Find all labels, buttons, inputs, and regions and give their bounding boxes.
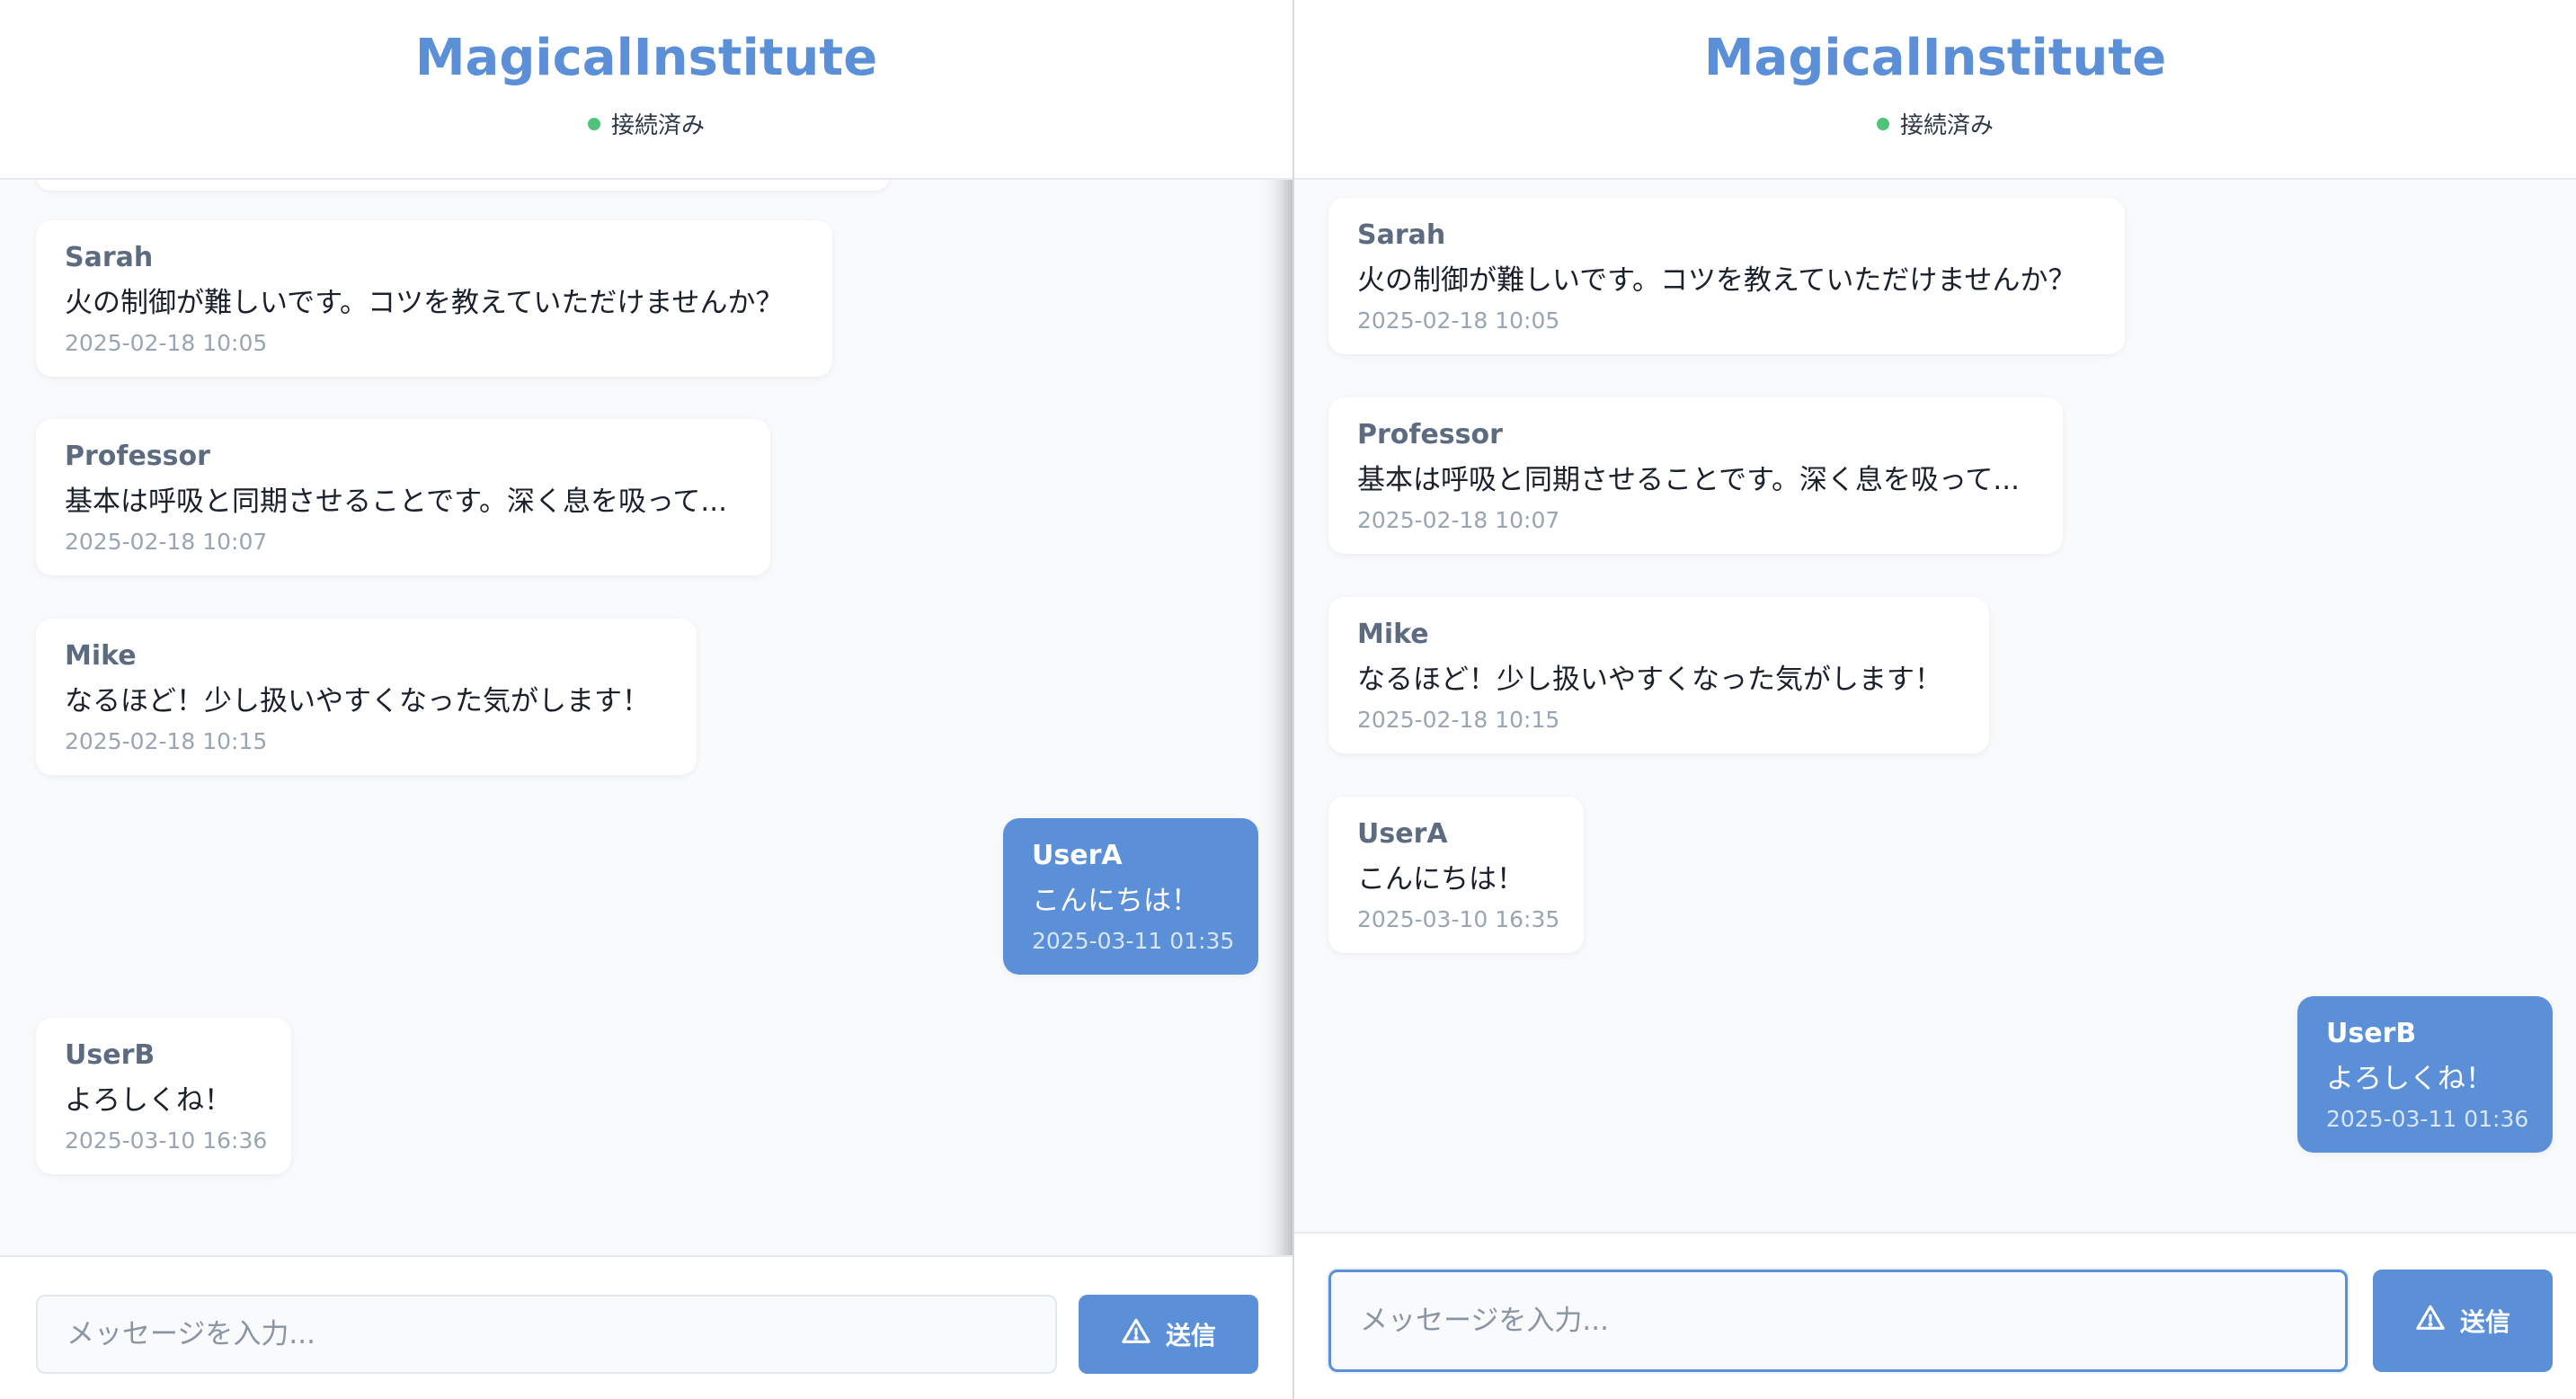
connection-status-label: 接続済み: [1899, 112, 1994, 139]
message-text: よろしくね！: [65, 1084, 232, 1117]
connection-status-label: 接続済み: [610, 112, 705, 139]
message-text: 基本は呼吸と同期させることです。深く息を吸って...: [65, 486, 727, 518]
composer-bar: 送信: [1294, 1232, 2576, 1399]
message-text: 基本は呼吸と同期させることです。深く息を吸って...: [1357, 464, 2020, 496]
message-sender: Professor: [65, 441, 210, 472]
app-title: MagicalInstitute: [1703, 29, 2167, 87]
message-bubble: Sarah 火の制御が難しいです。コツを教えていただけませんか？ 2025-02…: [1328, 198, 2125, 354]
chat-header: MagicalInstitute 接続済み: [0, 0, 1292, 180]
app-title: MagicalInstitute: [414, 29, 878, 87]
message-time: 2025-02-18 10:07: [65, 529, 268, 555]
message-sender: UserA: [1357, 818, 1448, 850]
chat-header: MagicalInstitute 接続済み: [1294, 0, 2576, 180]
message-bubble: Professor 基本は呼吸と同期させることです。深く息を吸って... 202…: [1328, 397, 2063, 554]
message-time: 2025-03-10 16:36: [65, 1127, 268, 1154]
message-bubble-partial: [36, 180, 890, 191]
message-sender: UserB: [2326, 1018, 2417, 1049]
dual-chat-screen: MagicalInstitute 接続済み Sarah 火の制御が難しいです。コ…: [0, 0, 2576, 1399]
send-button[interactable]: 送信: [2373, 1270, 2553, 1372]
status-dot-icon: [1876, 117, 1889, 130]
chat-window-left: MagicalInstitute 接続済み Sarah 火の制御が難しいです。コ…: [0, 0, 1292, 1399]
message-text: よろしくね！: [2326, 1063, 2493, 1095]
message-time: 2025-03-11 01:36: [2326, 1106, 2529, 1132]
message-bubble: Sarah 火の制御が難しいです。コツを教えていただけませんか？ 2025-02…: [36, 220, 832, 377]
send-button[interactable]: 送信: [1079, 1295, 1258, 1374]
message-sender: UserA: [1032, 840, 1123, 871]
message-time: 2025-02-18 10:07: [1357, 507, 1560, 533]
message-bubble: UserA こんにちは！ 2025-03-10 16:35: [1328, 797, 1584, 953]
send-button-label: 送信: [1165, 1321, 1216, 1350]
message-input[interactable]: [36, 1295, 1057, 1374]
message-sender: Professor: [1357, 419, 1503, 450]
message-text: なるほど！少し扱いやすくなった気がします！: [1357, 664, 1942, 696]
chat-window-right: MagicalInstitute 接続済み Sarah 火の制御が難しいです。コ…: [1292, 0, 2576, 1399]
message-list[interactable]: Sarah 火の制御が難しいです。コツを教えていただけませんか？ 2025-02…: [1294, 180, 2576, 1255]
message-text: 火の制御が難しいです。コツを教えていただけませんか？: [1357, 264, 2076, 297]
send-button-label: 送信: [2459, 1307, 2510, 1337]
message-input[interactable]: [1328, 1270, 2348, 1372]
connection-status: 接続済み: [1876, 107, 1994, 140]
warning-triangle-icon: [1121, 1316, 1151, 1353]
message-bubble: UserB よろしくね！ 2025-03-10 16:36: [36, 1018, 291, 1174]
composer-bar: 送信: [0, 1255, 1292, 1399]
message-text: こんにちは！: [1032, 885, 1199, 917]
message-text: なるほど！少し扱いやすくなった気がします！: [65, 685, 650, 717]
message-bubble: Professor 基本は呼吸と同期させることです。深く息を吸って... 202…: [36, 419, 770, 575]
message-sender: Mike: [65, 640, 137, 672]
message-bubble-own: UserA こんにちは！ 2025-03-11 01:35: [1003, 818, 1258, 975]
message-text: 火の制御が難しいです。コツを教えていただけませんか？: [65, 287, 784, 319]
message-bubble: Mike なるほど！少し扱いやすくなった気がします！ 2025-02-18 10…: [1328, 597, 1989, 753]
status-dot-icon: [587, 117, 600, 130]
message-time: 2025-03-11 01:35: [1032, 928, 1235, 954]
warning-triangle-icon: [2415, 1303, 2446, 1340]
message-text: こんにちは！: [1357, 863, 1524, 896]
message-time: 2025-02-18 10:05: [1357, 307, 1560, 334]
message-bubble-own: UserB よろしくね！ 2025-03-11 01:36: [2297, 996, 2553, 1153]
message-time: 2025-02-18 10:15: [65, 728, 268, 754]
connection-status: 接続済み: [587, 107, 705, 140]
message-bubble: Mike なるほど！少し扱いやすくなった気がします！ 2025-02-18 10…: [36, 619, 697, 775]
message-sender: Mike: [1357, 619, 1429, 650]
message-sender: Sarah: [1357, 219, 1446, 251]
message-list[interactable]: Sarah 火の制御が難しいです。コツを教えていただけませんか？ 2025-02…: [0, 180, 1292, 1253]
message-sender: UserB: [65, 1039, 155, 1071]
message-time: 2025-03-10 16:35: [1357, 906, 1560, 932]
message-time: 2025-02-18 10:05: [65, 330, 268, 356]
message-sender: Sarah: [65, 242, 154, 273]
message-time: 2025-02-18 10:15: [1357, 707, 1560, 733]
